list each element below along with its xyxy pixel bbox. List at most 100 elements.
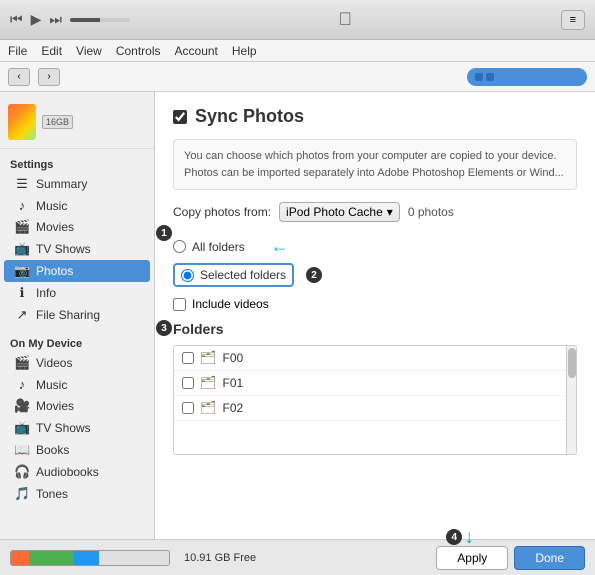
- copy-source-value: iPod Photo Cache: [286, 205, 383, 219]
- audiobooks-icon: 🎧: [14, 464, 30, 480]
- menu-view[interactable]: View: [76, 44, 102, 58]
- annotation-badge-2: 2: [306, 267, 322, 283]
- annotation-arrow-2: ←: [271, 236, 289, 257]
- play-button[interactable]: ▶: [31, 11, 42, 28]
- copy-photos-row: Copy photos from: iPod Photo Cache ▾ 0 p…: [173, 202, 577, 222]
- nav-forward-button[interactable]: ›: [38, 68, 60, 86]
- sidebar-item-videos[interactable]: 🎬 Videos: [4, 352, 150, 374]
- sidebar-item-music[interactable]: ♪ Music: [4, 195, 150, 216]
- sidebar-item-music2[interactable]: ♪ Music: [4, 374, 150, 395]
- sidebar-item-audiobooks-label: Audiobooks: [36, 465, 99, 479]
- storage-free-text: 10.91 GB Free: [184, 552, 256, 564]
- include-videos-label: Include videos: [192, 297, 269, 311]
- radio-all-folders[interactable]: [173, 240, 186, 253]
- transport-bar: ⏮ ▶ ⏭  ≡: [0, 0, 595, 40]
- tones-icon: 🎵: [14, 486, 30, 502]
- sidebar-item-filesharing[interactable]: ↗ File Sharing: [4, 304, 150, 326]
- dropdown-chevron-icon: ▾: [387, 205, 393, 219]
- photos-count: 0 photos: [408, 205, 454, 219]
- sync-checkbox[interactable]: [173, 110, 187, 124]
- sidebar-item-movies2[interactable]: 🎥 Movies: [4, 395, 150, 417]
- books-icon: 📖: [14, 442, 30, 458]
- radio-all-folders-label: All folders: [192, 240, 245, 254]
- menu-controls[interactable]: Controls: [116, 44, 161, 58]
- sidebar-item-tvshows[interactable]: 📺 TV Shows: [4, 238, 150, 260]
- radio-selected-folders[interactable]: [181, 269, 194, 282]
- annotation-arrow-3: ↓ 3: [155, 315, 172, 341]
- sidebar-item-audiobooks[interactable]: 🎧 Audiobooks: [4, 461, 150, 483]
- folder-icon-f00: 🗂: [200, 350, 217, 366]
- menu-account[interactable]: Account: [175, 44, 218, 58]
- sidebar-item-movies[interactable]: 🎬 Movies: [4, 216, 150, 238]
- device-icon: [8, 104, 36, 140]
- sidebar-item-tones[interactable]: 🎵 Tones: [4, 483, 150, 505]
- settings-section-label: Settings: [0, 155, 154, 173]
- summary-icon: ☰: [14, 176, 30, 192]
- volume-slider[interactable]: [70, 18, 130, 22]
- sidebar-item-photos[interactable]: 📷 Photos: [4, 260, 150, 282]
- radio-group: All folders ← Selected folders 2: [173, 236, 577, 287]
- sidebar-item-tones-label: Tones: [36, 487, 68, 501]
- folder-item-f01[interactable]: 🗂 F01: [174, 371, 576, 396]
- folder-item-f02[interactable]: 🗂 F02: [174, 396, 576, 421]
- sidebar-item-info[interactable]: ℹ Info: [4, 282, 150, 304]
- tvshows-icon: 📺: [14, 241, 30, 257]
- search-dots: [475, 73, 494, 81]
- radio-all-folders-row: All folders ←: [173, 236, 577, 257]
- photos-icon: 📷: [14, 263, 30, 279]
- sidebar-item-photos-label: Photos: [36, 264, 73, 278]
- scrollbar-thumb[interactable]: [568, 348, 576, 378]
- radio-selected-folders-row: Selected folders 2: [173, 263, 577, 287]
- storage-segment-4: [99, 551, 169, 565]
- menu-help[interactable]: Help: [232, 44, 257, 58]
- sidebar-item-summary[interactable]: ☰ Summary: [4, 173, 150, 195]
- menu-edit[interactable]: Edit: [41, 44, 62, 58]
- nav-back-button[interactable]: ‹: [8, 68, 30, 86]
- apple-logo: : [339, 9, 353, 30]
- music-icon: ♪: [14, 198, 30, 213]
- folder-icon-f01: 🗂: [200, 375, 217, 391]
- search-bar[interactable]: [467, 68, 587, 86]
- folders-list: 🗂 F00 🗂 F01 🗂 F02: [173, 345, 577, 455]
- search-dot-1: [475, 73, 483, 81]
- folder-item-f00[interactable]: 🗂 F00: [174, 346, 576, 371]
- content-area: ↓ 1 Sync Photos You can choose which pho…: [155, 92, 595, 539]
- folder-check-f01[interactable]: [182, 377, 194, 389]
- apply-button[interactable]: Apply: [436, 546, 508, 570]
- sidebar-item-tvshows2-label: TV Shows: [36, 421, 91, 435]
- bottom-actions: 4 ↓ Apply Done: [436, 546, 585, 570]
- content-inner: Sync Photos You can choose which photos …: [155, 92, 595, 539]
- done-button[interactable]: Done: [514, 546, 585, 570]
- storage-bar: [10, 550, 170, 566]
- folders-section: Folders ↓ 3 🗂 F00 🗂 F01: [173, 321, 577, 455]
- radio-selected-folders-label: Selected folders: [200, 268, 286, 282]
- fastforward-button[interactable]: ⏭: [49, 11, 62, 28]
- sidebar-item-books[interactable]: 📖 Books: [4, 439, 150, 461]
- sidebar-item-info-label: Info: [36, 286, 56, 300]
- videos-icon: 🎬: [14, 355, 30, 371]
- info-icon: ℹ: [14, 285, 30, 301]
- device-info: 16GB: [42, 115, 73, 129]
- sidebar-item-music-label: Music: [36, 199, 67, 213]
- list-button[interactable]: ≡: [561, 10, 585, 30]
- nav-bar: ‹ ›: [0, 62, 595, 92]
- sidebar-item-tvshows-label: TV Shows: [36, 242, 91, 256]
- copy-source-select[interactable]: iPod Photo Cache ▾: [279, 202, 400, 222]
- device-capacity: 16GB: [42, 115, 73, 129]
- main-layout: 16GB Settings ☰ Summary ♪ Music 🎬 Movies…: [0, 92, 595, 539]
- folder-name-f01: F01: [223, 376, 244, 390]
- device-header: 16GB: [0, 100, 154, 149]
- scrollbar-track[interactable]: [566, 346, 576, 454]
- badge-2-container: 2: [306, 267, 322, 283]
- sync-header: Sync Photos: [173, 106, 577, 127]
- storage-segment-1: [11, 551, 29, 565]
- menu-file[interactable]: File: [8, 44, 27, 58]
- folder-check-f00[interactable]: [182, 352, 194, 364]
- include-videos-checkbox[interactable]: [173, 298, 186, 311]
- folder-icon-f02: 🗂: [200, 400, 217, 416]
- sidebar-item-tvshows2[interactable]: 📺 TV Shows: [4, 417, 150, 439]
- movies-icon: 🎬: [14, 219, 30, 235]
- search-dot-2: [486, 73, 494, 81]
- rewind-button[interactable]: ⏮: [10, 11, 23, 28]
- folder-check-f02[interactable]: [182, 402, 194, 414]
